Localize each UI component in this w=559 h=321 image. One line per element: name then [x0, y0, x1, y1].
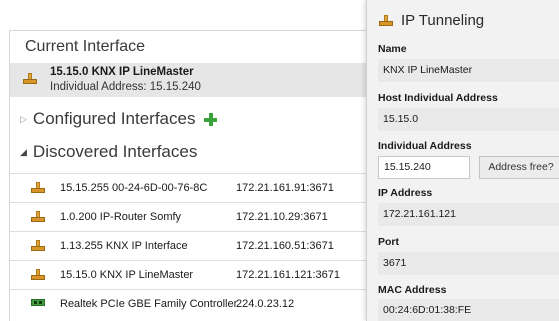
name-field[interactable]: KNX IP LineMaster	[378, 59, 559, 82]
list-item[interactable]: 1.13.255 KNX IP Interface 172.21.160.51:…	[10, 231, 376, 260]
interface-name: 1.13.255 KNX IP Interface	[60, 240, 188, 252]
port-label: Port	[378, 236, 399, 248]
discovered-interfaces-title: Discovered Interfaces	[32, 142, 198, 161]
connector-icon	[23, 73, 37, 85]
mac-address-label: MAC Address	[378, 284, 447, 296]
interfaces-pane: Current Interface 15.15.0 KNX IP LineMas…	[9, 30, 376, 321]
collapse-arrow-icon[interactable]: ◢	[20, 147, 27, 158]
mac-address-field[interactable]: 00:24:6D:01:38:FE	[378, 299, 559, 321]
app-window: Current Interface 15.15.0 KNX IP LineMas…	[0, 0, 559, 321]
interface-name: 15.15.255 00-24-6D-00-76-8C	[60, 182, 208, 194]
discovered-interfaces-header[interactable]: ◢ Discovered Interfaces	[20, 142, 197, 162]
interface-address: 172.21.10.29:3671	[236, 211, 328, 223]
interface-address: 172.21.160.51:3671	[236, 240, 334, 252]
list-item[interactable]: 15.15.255 00-24-6D-00-76-8C 172.21.161.9…	[10, 173, 376, 202]
individual-address-input[interactable]: 15.15.240	[378, 156, 470, 179]
name-label: Name	[378, 43, 407, 55]
current-interface-address: Individual Address: 15.15.240	[50, 81, 201, 93]
host-address-label: Host Individual Address	[378, 92, 498, 104]
panel-header: IP Tunneling	[379, 12, 484, 29]
host-address-field[interactable]: 15.15.0	[378, 108, 559, 131]
expand-arrow-icon[interactable]: ▷	[20, 114, 27, 125]
current-interface-item[interactable]: 15.15.0 KNX IP LineMaster Individual Add…	[10, 63, 376, 97]
interface-address: 224.0.23.12	[236, 298, 295, 310]
ip-address-label: IP Address	[378, 187, 433, 199]
ip-address-field[interactable]: 172.21.161.121	[378, 203, 559, 226]
configured-interfaces-title: Configured Interfaces	[32, 109, 196, 128]
connector-icon	[31, 211, 45, 223]
connector-icon	[31, 269, 45, 281]
list-item[interactable]: 1.0.200 IP-Router Somfy 172.21.10.29:367…	[10, 202, 376, 231]
configured-interfaces-header[interactable]: ▷ Configured Interfaces	[20, 109, 218, 129]
current-interface-name: 15.15.0 KNX IP LineMaster	[50, 66, 194, 78]
address-free-button[interactable]: Address free?	[479, 156, 559, 179]
ip-tunneling-panel: IP Tunneling Name KNX IP LineMaster Host…	[366, 0, 559, 321]
network-card-icon	[31, 298, 45, 308]
interface-address: 172.21.161.121:3671	[236, 269, 340, 281]
plus-icon[interactable]	[204, 112, 218, 126]
individual-address-label: Individual Address	[378, 140, 472, 152]
list-item[interactable]: 15.15.0 KNX IP LineMaster 172.21.161.121…	[10, 260, 376, 289]
connector-icon	[31, 182, 45, 194]
interface-address: 172.21.161.91:3671	[236, 182, 334, 194]
port-field[interactable]: 3671	[378, 252, 559, 275]
interface-name: 15.15.0 KNX IP LineMaster	[60, 269, 194, 281]
panel-title: IP Tunneling	[401, 12, 485, 29]
current-interface-title: Current Interface	[25, 38, 146, 55]
connector-icon	[379, 14, 393, 27]
list-item[interactable]: Realtek PCIe GBE Family Controller 224.0…	[10, 289, 376, 318]
interface-name: Realtek PCIe GBE Family Controller	[60, 298, 238, 310]
interface-name: 1.0.200 IP-Router Somfy	[60, 211, 182, 223]
connector-icon	[31, 240, 45, 252]
